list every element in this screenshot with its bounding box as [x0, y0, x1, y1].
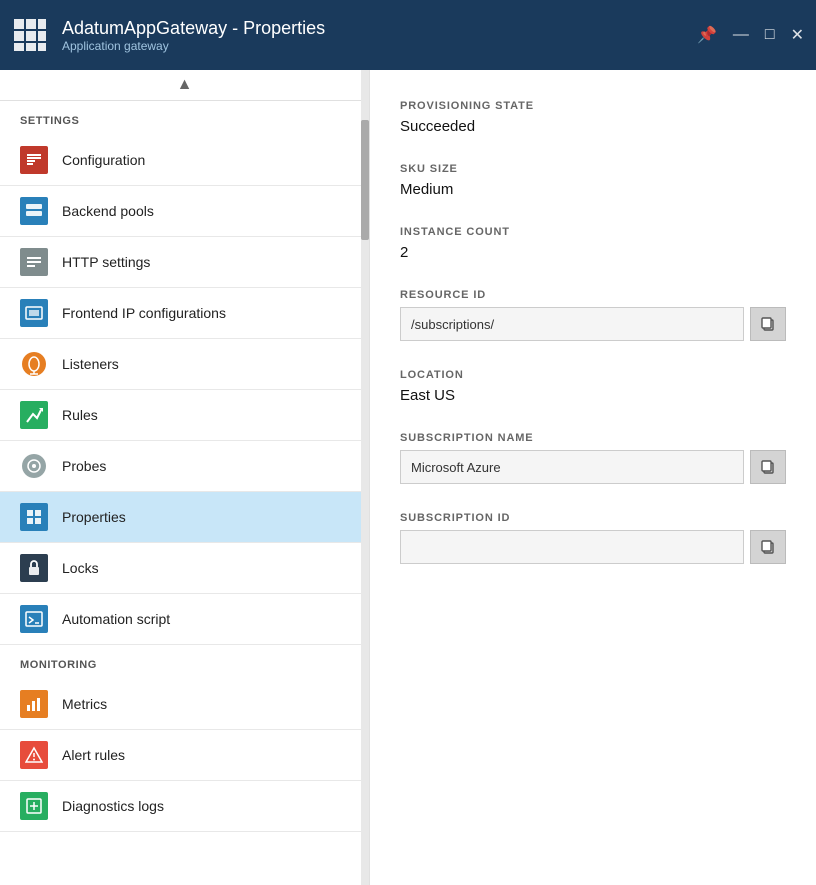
app-icon	[12, 17, 48, 53]
sidebar-item-listeners[interactable]: Listeners	[0, 339, 369, 390]
monitoring-section-label: MONITORING	[0, 645, 369, 679]
instance-count-label: INSTANCE COUNT	[400, 226, 786, 238]
close-button[interactable]: ✕	[791, 25, 804, 45]
window-title: AdatumAppGateway - Properties	[62, 18, 325, 39]
subscription-id-input[interactable]	[400, 530, 744, 564]
location-value: East US	[400, 387, 786, 404]
probes-label: Probes	[62, 458, 106, 474]
location-section: LOCATION East US	[400, 369, 786, 404]
resource-id-input[interactable]	[400, 307, 744, 341]
subscription-id-input-row	[400, 530, 786, 564]
main-content: ▲ SETTINGS Configuration Backend pools H…	[0, 70, 816, 885]
copy-icon	[760, 459, 776, 475]
scroll-up[interactable]: ▲	[0, 70, 369, 101]
subscription-name-label: SUBSCRIPTION NAME	[400, 432, 786, 444]
title-text: AdatumAppGateway - Properties Applicatio…	[62, 18, 325, 53]
backend-pools-label: Backend pools	[62, 203, 154, 219]
locks-icon	[20, 554, 48, 582]
diagnostics-logs-label: Diagnostics logs	[62, 798, 164, 814]
resource-id-label: RESOURCE ID	[400, 289, 786, 301]
probes-icon	[20, 452, 48, 480]
rules-icon	[20, 401, 48, 429]
sidebar-item-configuration[interactable]: Configuration	[0, 135, 369, 186]
subscription-name-input[interactable]	[400, 450, 744, 484]
copy-icon	[760, 539, 776, 555]
sidebar-item-probes[interactable]: Probes	[0, 441, 369, 492]
window-subtitle: Application gateway	[62, 39, 325, 53]
resource-id-copy-button[interactable]	[750, 307, 786, 341]
sku-size-label: SKU SIZE	[400, 163, 786, 175]
alert-rules-label: Alert rules	[62, 747, 125, 763]
instance-count-value: 2	[400, 244, 786, 261]
diag-icon	[20, 792, 48, 820]
locks-label: Locks	[62, 560, 99, 576]
resource-id-input-row	[400, 307, 786, 341]
sidebar: ▲ SETTINGS Configuration Backend pools H…	[0, 70, 370, 885]
metrics-icon	[20, 690, 48, 718]
sidebar-item-locks[interactable]: Locks	[0, 543, 369, 594]
subscription-name-section: SUBSCRIPTION NAME	[400, 432, 786, 484]
sidebar-item-properties[interactable]: Properties	[0, 492, 369, 543]
backend-icon	[20, 197, 48, 225]
sidebar-item-automation-script[interactable]: Automation script	[0, 594, 369, 645]
frontend-icon	[20, 299, 48, 327]
sku-size-value: Medium	[400, 181, 786, 198]
sidebar-item-rules[interactable]: Rules	[0, 390, 369, 441]
provisioning-state-section: PROVISIONING STATE Succeeded	[400, 100, 786, 135]
subscription-name-copy-button[interactable]	[750, 450, 786, 484]
title-controls: 📌 — □ ✕	[697, 25, 804, 45]
automation-script-label: Automation script	[62, 611, 170, 627]
listeners-icon	[20, 350, 48, 378]
configuration-label: Configuration	[62, 152, 145, 168]
listeners-label: Listeners	[62, 356, 119, 372]
alerts-icon	[20, 741, 48, 769]
provisioning-state-label: PROVISIONING STATE	[400, 100, 786, 112]
scroll-up-icon: ▲	[177, 76, 193, 94]
metrics-label: Metrics	[62, 696, 107, 712]
sidebar-item-metrics[interactable]: Metrics	[0, 679, 369, 730]
sku-size-section: SKU SIZE Medium	[400, 163, 786, 198]
frontend-ip-label: Frontend IP configurations	[62, 305, 226, 321]
sidebar-item-diagnostics-logs[interactable]: Diagnostics logs	[0, 781, 369, 832]
copy-icon	[760, 316, 776, 332]
resource-id-section: RESOURCE ID	[400, 289, 786, 341]
right-panel: PROVISIONING STATE Succeeded SKU SIZE Me…	[370, 70, 816, 885]
pin-button[interactable]: 📌	[697, 25, 717, 45]
properties-label: Properties	[62, 509, 126, 525]
location-label: LOCATION	[400, 369, 786, 381]
subscription-name-input-row	[400, 450, 786, 484]
subscription-id-section: SUBSCRIPTION ID	[400, 512, 786, 564]
scrollbar-thumb[interactable]	[361, 120, 369, 240]
scrollbar-track	[361, 70, 369, 885]
sidebar-item-frontend-ip[interactable]: Frontend IP configurations	[0, 288, 369, 339]
sidebar-item-backend-pools[interactable]: Backend pools	[0, 186, 369, 237]
title-bar: AdatumAppGateway - Properties Applicatio…	[0, 0, 816, 70]
http-icon	[20, 248, 48, 276]
provisioning-state-value: Succeeded	[400, 118, 786, 135]
title-bar-left: AdatumAppGateway - Properties Applicatio…	[12, 17, 325, 53]
minimize-button[interactable]: —	[733, 26, 749, 44]
subscription-id-copy-button[interactable]	[750, 530, 786, 564]
subscription-id-label: SUBSCRIPTION ID	[400, 512, 786, 524]
sidebar-item-http-settings[interactable]: HTTP settings	[0, 237, 369, 288]
http-settings-label: HTTP settings	[62, 254, 150, 270]
restore-button[interactable]: □	[765, 26, 775, 44]
sidebar-item-alert-rules[interactable]: Alert rules	[0, 730, 369, 781]
settings-section-label: SETTINGS	[0, 101, 369, 135]
properties-icon	[20, 503, 48, 531]
config-icon	[20, 146, 48, 174]
instance-count-section: INSTANCE COUNT 2	[400, 226, 786, 261]
rules-label: Rules	[62, 407, 98, 423]
automation-icon	[20, 605, 48, 633]
